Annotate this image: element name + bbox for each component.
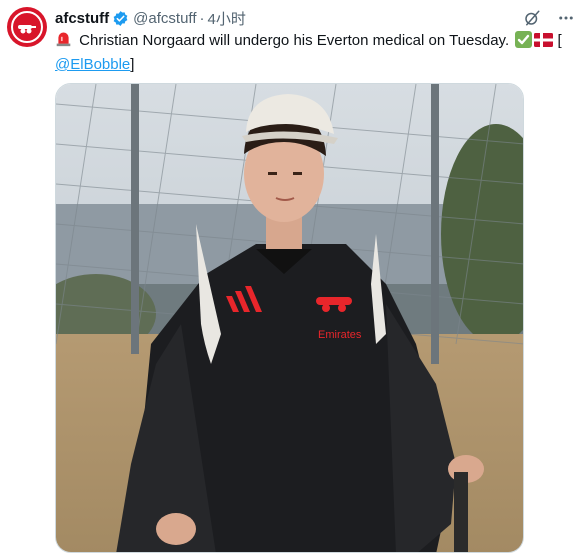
shirt-sponsor-text: Emirates (318, 329, 362, 341)
mention-link[interactable]: @ElBobble (55, 56, 130, 73)
cannon-badge-icon (11, 11, 43, 43)
tweet-header: afcstuff @afcstuff · 4小时 (55, 8, 575, 28)
author-handle[interactable]: @afcstuff (133, 10, 196, 27)
denmark-flag-emoji (534, 32, 554, 47)
tweet-photo[interactable]: Emirates (55, 83, 524, 553)
verified-badge-icon (112, 10, 129, 27)
check-mark-emoji (515, 31, 533, 48)
grok-icon[interactable] (523, 9, 541, 27)
bracket-close: ] (130, 56, 135, 73)
more-icon[interactable] (557, 9, 575, 27)
author-name[interactable]: afcstuff (55, 10, 109, 27)
bracket-open: [ (553, 32, 562, 49)
tweet-text: Christian Norgaard will undergo his Ever… (55, 30, 577, 76)
police-light-emoji (55, 30, 72, 54)
avatar[interactable] (7, 7, 47, 47)
separator-dot: · (199, 9, 205, 27)
timestamp[interactable]: 4小时 (207, 8, 245, 29)
header-actions (523, 9, 575, 27)
photo-illustration: Emirates (56, 84, 523, 552)
tweet-body-text: Christian Norgaard will undergo his Ever… (75, 32, 514, 49)
